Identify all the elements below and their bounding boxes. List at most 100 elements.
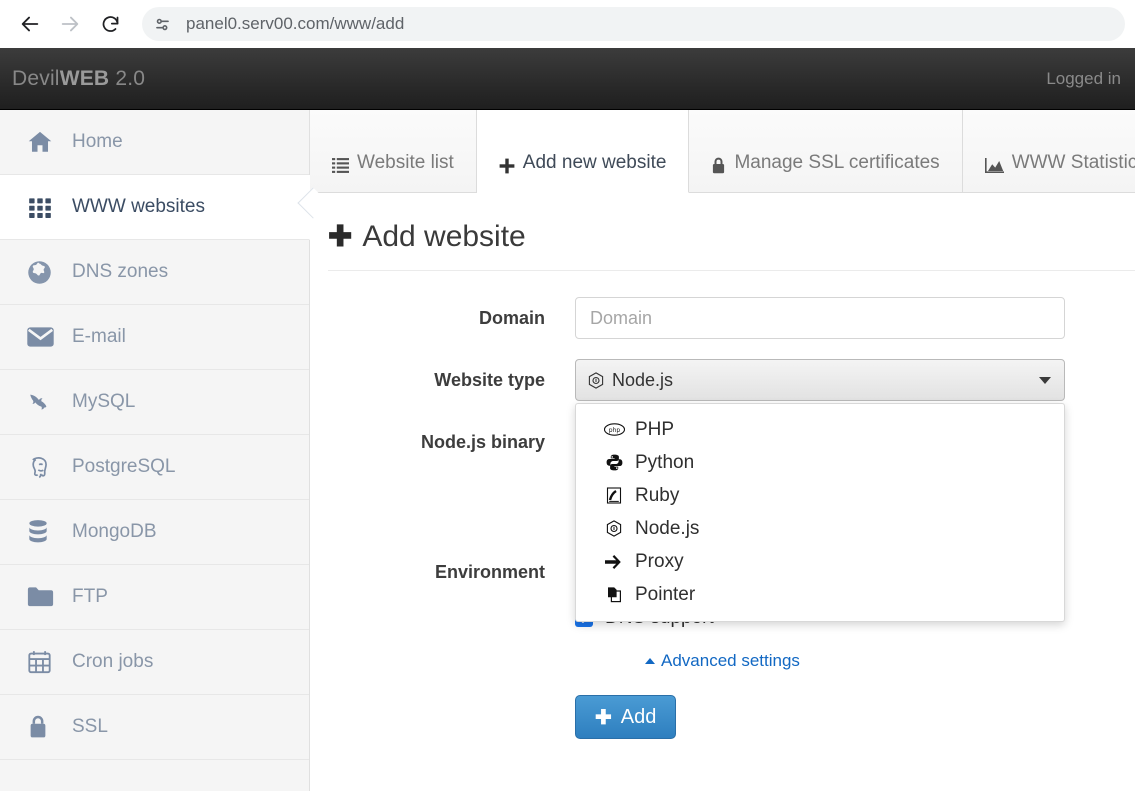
dropdown-option-label: Proxy [635,550,684,572]
brand-bold: WEB [59,66,110,90]
sidebar-item-label: MySQL [72,391,136,412]
tune-icon[interactable] [148,10,176,38]
dropdown-option-pointer[interactable]: Pointer [576,578,1064,611]
tab-www-statistics[interactable]: WWW Statistics [963,110,1135,192]
elephant-icon [26,454,62,481]
database-icon [26,519,62,545]
sidebar-item-mysql[interactable]: MySQL [0,370,309,435]
dropdown-option-proxy[interactable]: Proxy [576,545,1064,578]
logged-in-status[interactable]: Logged in [1046,69,1121,89]
sidebar: Home WWW websites DNS zones E-mail MySQL [0,110,310,791]
sidebar-item-label: Home [72,131,123,152]
website-type-value: Node.js [612,369,674,390]
sidebar-item-ssl[interactable]: SSL [0,695,309,760]
dropdown-option-ruby[interactable]: Ruby [576,479,1064,512]
browser-toolbar: panel0.serv00.com/www/add [0,0,1135,48]
tab-label: Manage SSL certificates [734,152,940,173]
list-icon [332,157,349,174]
caret-up-icon [645,658,655,664]
lock-icon [26,714,62,740]
app-logo[interactable]: DevilWEB 2.0 [12,67,145,91]
add-website-form: Domain Website type Node.js [310,271,1135,739]
reload-icon [100,14,121,35]
sidebar-item-label: DNS zones [72,261,169,282]
home-icon [26,129,62,155]
dropdown-option-label: Node.js [635,517,700,539]
dropdown-option-label: Python [635,451,695,473]
dropdown-option-python[interactable]: Python [576,446,1064,479]
page-title-text: Add website [362,219,526,253]
website-type-select[interactable]: Node.js [575,359,1065,401]
arrow-right-icon [602,554,626,570]
dropdown-option-nodejs[interactable]: Node.js [576,512,1064,545]
tab-bar: Website list Add new website Manage SSL … [310,110,1135,193]
sidebar-item-mongodb[interactable]: MongoDB [0,500,309,565]
grid-icon [26,194,62,220]
page-title: ✚ Add website [310,193,1135,270]
sidebar-item-email[interactable]: E-mail [0,305,309,370]
sidebar-item-label: FTP [72,586,108,607]
plus-icon: ✚ [595,706,612,729]
dropdown-option-label: Pointer [635,583,696,605]
advanced-settings-row: Advanced settings [310,651,1135,671]
copy-icon [602,586,626,603]
tab-label: Website list [357,152,454,173]
address-bar[interactable]: panel0.serv00.com/www/add [142,7,1125,41]
sidebar-item-ftp[interactable]: FTP [0,565,309,630]
brand-version: 2.0 [109,66,146,90]
sidebar-item-label: SSL [72,716,108,737]
ruby-icon [602,487,626,504]
sidebar-item-label: PostgreSQL [72,456,176,477]
php-icon: php [602,423,626,436]
folder-icon [26,585,62,609]
sidebar-item-dns-zones[interactable]: DNS zones [0,240,309,305]
main-content: Website list Add new website Manage SSL … [310,110,1135,791]
sidebar-item-postgresql[interactable]: PostgreSQL [0,435,309,500]
lock-icon [711,157,726,174]
sidebar-item-cron-jobs[interactable]: Cron jobs [0,630,309,695]
forward-button[interactable] [50,4,90,44]
calendar-icon [26,649,62,675]
sidebar-item-label: WWW websites [72,196,205,217]
arrow-left-icon [19,13,41,35]
arrow-right-icon [59,13,81,35]
envelope-icon [26,325,62,349]
app-header: DevilWEB 2.0 Logged in [0,48,1135,110]
sidebar-item-home[interactable]: Home [0,110,309,175]
sidebar-item-www-websites[interactable]: WWW websites [0,175,310,240]
dolphin-icon [26,389,62,415]
reload-button[interactable] [90,4,130,44]
dropdown-option-label: PHP [635,418,675,440]
area-chart-icon [984,158,1004,174]
add-button[interactable]: ✚ Add [575,695,677,739]
form-row-website-type: Website type Node.js php PHP Python Ruby… [310,359,1135,622]
back-button[interactable] [10,4,50,44]
python-icon [602,454,626,471]
tab-manage-ssl-certificates[interactable]: Manage SSL certificates [689,110,963,192]
nodejs-binary-label: Node.js binary [420,432,545,452]
website-type-dropdown[interactable]: php PHP Python Ruby Node.js Proxy Pointe… [575,403,1065,622]
svg-text:php: php [608,427,620,434]
chevron-down-icon [1039,377,1051,384]
dropdown-option-label: Ruby [635,484,680,506]
page-body: Home WWW websites DNS zones E-mail MySQL [0,110,1135,791]
sidebar-item-label: MongoDB [72,521,157,542]
advanced-settings-label: Advanced settings [661,651,800,670]
nodejs-icon [588,371,604,389]
brand-prefix: Devil [12,66,60,90]
plus-icon: ✚ [328,221,353,253]
sidebar-item-label: E-mail [72,326,126,347]
tab-website-list[interactable]: Website list [310,110,477,192]
globe-icon [26,259,62,286]
plus-icon [499,158,515,174]
tab-label: Add new website [522,152,667,173]
advanced-settings-link[interactable]: Advanced settings [645,651,800,671]
domain-input[interactable] [575,297,1065,339]
environment-label: Environment [434,562,545,582]
form-row-domain: Domain [310,297,1135,339]
add-button-label: Add [620,705,657,728]
dropdown-option-php[interactable]: php PHP [576,413,1064,446]
sidebar-item-label: Cron jobs [72,651,154,672]
nodejs-icon [602,520,626,537]
tab-add-new-website[interactable]: Add new website [476,110,690,193]
